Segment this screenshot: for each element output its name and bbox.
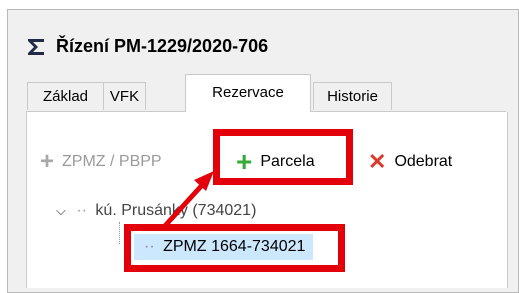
tab-rezervace[interactable]: Rezervace <box>185 74 311 112</box>
annotation-arrow <box>161 171 214 230</box>
